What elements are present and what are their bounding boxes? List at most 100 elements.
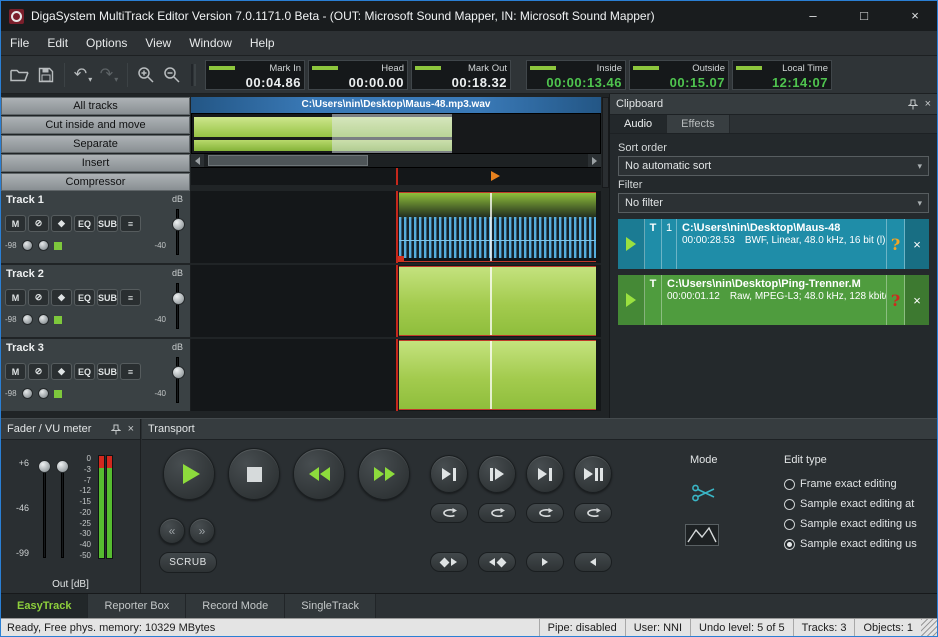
track-vertical-scrollbar[interactable]	[602, 97, 609, 188]
save-icon[interactable]	[33, 62, 59, 88]
scrub-button[interactable]: SCRUB	[159, 552, 217, 573]
overview-waveform[interactable]	[191, 113, 601, 154]
clipboard-entry[interactable]: T 1 C:\Users\nin\Desktop\Maus-48 00:00:2…	[618, 219, 929, 269]
fader-slider-right[interactable]	[61, 464, 64, 558]
volume-slider[interactable]	[176, 209, 179, 255]
fader-knob-left[interactable]	[38, 460, 51, 473]
play-over-cut-button[interactable]	[526, 455, 564, 493]
next-button[interactable]: »	[189, 518, 215, 544]
tab-reporter-box[interactable]: Reporter Box	[88, 594, 186, 618]
all-tracks-button[interactable]: All tracks	[1, 97, 190, 115]
pin-icon[interactable]	[111, 424, 121, 435]
set-mark-out-button[interactable]	[478, 552, 516, 572]
track-waveform-lane[interactable]	[191, 265, 601, 337]
fast-forward-button[interactable]	[358, 448, 410, 500]
solo-off-button[interactable]: ⊘	[28, 289, 49, 306]
pan-knob[interactable]	[22, 388, 33, 399]
menu-help[interactable]: Help	[241, 32, 284, 54]
gain-knob[interactable]	[38, 388, 49, 399]
scroll-left-icon[interactable]	[191, 154, 204, 167]
tab-easytrack[interactable]: EasyTrack	[1, 594, 88, 618]
mute-button[interactable]: M	[5, 215, 26, 232]
mute-button[interactable]: M	[5, 363, 26, 380]
volume-slider[interactable]	[176, 283, 179, 329]
insert-button[interactable]: Insert	[1, 154, 190, 172]
track-waveform-lane[interactable]	[191, 339, 601, 411]
menu-options[interactable]: Options	[77, 32, 136, 54]
open-folder-icon[interactable]	[7, 62, 33, 88]
solo-off-button[interactable]: ⊘	[28, 363, 49, 380]
step-back-button[interactable]	[574, 552, 612, 572]
entry-play-button[interactable]	[618, 275, 645, 325]
filter-dropdown[interactable]: No filter ▾	[618, 193, 929, 213]
entry-remove-button[interactable]: ×	[905, 275, 929, 325]
track-menu-button[interactable]: ≡	[120, 363, 141, 380]
play-from-mark-button[interactable]	[478, 455, 516, 493]
volume-slider-knob[interactable]	[172, 218, 185, 231]
zoom-out-icon[interactable]	[159, 62, 185, 88]
pan-knob[interactable]	[22, 240, 33, 251]
loop-button-2[interactable]	[478, 503, 516, 523]
eq-button[interactable]: EQ	[74, 289, 95, 306]
tab-record-mode[interactable]: Record Mode	[186, 594, 285, 618]
edit-radio-1[interactable]: Sample exact editing at	[784, 498, 935, 510]
loop-button-4[interactable]	[574, 503, 612, 523]
step-forward-button[interactable]	[526, 552, 564, 572]
previous-button[interactable]: «	[159, 518, 185, 544]
set-mark-in-button[interactable]	[430, 552, 468, 572]
menu-view[interactable]: View	[136, 32, 180, 54]
gain-knob[interactable]	[38, 314, 49, 325]
rewind-button[interactable]	[293, 448, 345, 500]
play-to-mark-button[interactable]	[430, 455, 468, 493]
sub-button[interactable]: SUB	[97, 215, 118, 232]
audio-clip[interactable]	[399, 192, 596, 262]
fader-slider-left[interactable]	[43, 464, 46, 558]
cut-inside-and-move-button[interactable]: Cut inside and move	[1, 116, 190, 134]
tab-effects[interactable]: Effects	[667, 115, 729, 133]
scrollbar-track[interactable]	[204, 154, 588, 167]
track-waveform-lane[interactable]	[191, 191, 601, 263]
separate-button[interactable]: Separate	[1, 135, 190, 153]
compressor-button[interactable]: Compressor	[1, 173, 190, 191]
entry-play-button[interactable]	[618, 219, 645, 269]
resize-grip[interactable]	[921, 619, 937, 636]
volume-slider[interactable]	[176, 357, 179, 403]
volume-slider-knob[interactable]	[172, 292, 185, 305]
tab-singletrack[interactable]: SingleTrack	[285, 594, 376, 618]
loop-button-1[interactable]	[430, 503, 468, 523]
fader-knob-right[interactable]	[56, 460, 69, 473]
menu-edit[interactable]: Edit	[38, 32, 77, 54]
edit-radio-3[interactable]: Sample exact editing us	[784, 538, 935, 550]
scrollbar-thumb[interactable]	[208, 155, 368, 166]
scroll-right-icon[interactable]	[588, 154, 601, 167]
audio-clip[interactable]	[399, 266, 596, 336]
tab-audio[interactable]: Audio	[610, 115, 667, 133]
edit-radio-0[interactable]: Frame exact editing	[784, 478, 935, 490]
minimize-button[interactable]: –	[791, 1, 835, 31]
loop-button-3[interactable]	[526, 503, 564, 523]
close-button[interactable]: ×	[893, 1, 937, 31]
stop-button[interactable]	[228, 448, 280, 500]
play-pause-button[interactable]	[574, 455, 612, 493]
close-panel-icon[interactable]: ×	[128, 424, 134, 435]
mute-button[interactable]: M	[5, 289, 26, 306]
eq-button[interactable]: EQ	[74, 215, 95, 232]
pan-button[interactable]: ◆	[51, 363, 72, 380]
pin-icon[interactable]	[908, 99, 918, 110]
playhead-marker[interactable]	[396, 168, 398, 185]
mark-out-marker-icon[interactable]	[491, 171, 500, 181]
solo-off-button[interactable]: ⊘	[28, 215, 49, 232]
gain-knob[interactable]	[38, 240, 49, 251]
redo-button[interactable]: ↷▾	[96, 62, 122, 88]
zoom-in-icon[interactable]	[133, 62, 159, 88]
audio-clip[interactable]	[399, 340, 596, 410]
clipboard-entry[interactable]: T C:\Users\nin\Desktop\Ping-Trenner.M 00…	[618, 275, 929, 325]
sort-order-dropdown[interactable]: No automatic sort ▾	[618, 156, 929, 176]
timeline-ruler[interactable]	[191, 168, 601, 185]
mark-in-handle[interactable]	[398, 256, 404, 262]
eq-button[interactable]: EQ	[74, 363, 95, 380]
pan-button[interactable]: ◆	[51, 289, 72, 306]
scissors-icon[interactable]	[691, 482, 717, 504]
menu-file[interactable]: File	[1, 32, 38, 54]
volume-slider-knob[interactable]	[172, 366, 185, 379]
